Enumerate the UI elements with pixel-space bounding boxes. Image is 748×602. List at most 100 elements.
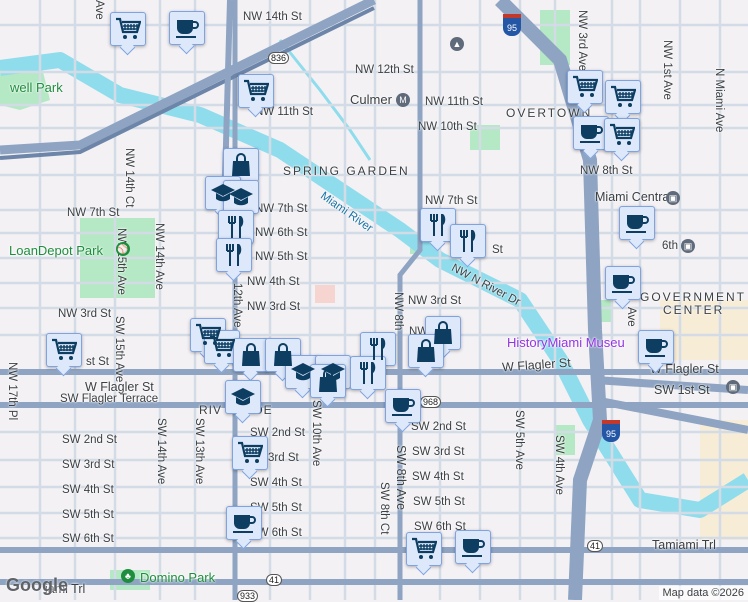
- map-marker-bag[interactable]: [233, 338, 269, 372]
- street-label: SW 5th Ave: [513, 410, 525, 470]
- map-marker-utensils[interactable]: [350, 356, 386, 390]
- map-marker-cup[interactable]: [385, 389, 421, 423]
- map-marker-cup[interactable]: [226, 506, 262, 540]
- route-shield-836: 836: [268, 52, 289, 64]
- cart-icon: [610, 84, 636, 110]
- street-label: SW 5th St: [62, 509, 114, 521]
- map-marker-cup[interactable]: [169, 11, 205, 45]
- utensils-icon: [365, 336, 391, 362]
- cup-icon: [390, 393, 416, 419]
- street-label: NW 11th St: [425, 96, 483, 108]
- area-label-spring-garden: SPRING GARDEN: [283, 164, 410, 178]
- google-logo: Google: [6, 575, 68, 596]
- cart-icon: [243, 78, 269, 104]
- map-marker-cup[interactable]: [605, 266, 641, 300]
- map-marker-cup[interactable]: [638, 330, 674, 364]
- street-label: NW 14th Ave: [153, 223, 165, 290]
- area-label: RIV: [199, 403, 222, 417]
- utensils-icon: [223, 214, 249, 240]
- street-label: NW 1st Ave: [661, 40, 673, 100]
- poi-label-history-miami[interactable]: HistoryMiami Museu: [507, 335, 625, 350]
- map-marker-cart[interactable]: [604, 118, 640, 152]
- street-label: SW 3rd St: [412, 446, 464, 458]
- map-marker-cup[interactable]: [619, 206, 655, 240]
- stadium-icon: ⚾: [116, 242, 130, 256]
- street-label: SW 1st St: [654, 383, 710, 397]
- street-label: NW 7th St: [255, 203, 307, 215]
- map-marker-cart[interactable]: [110, 12, 146, 46]
- route-shield-41: 41: [587, 540, 603, 552]
- map-marker-grad[interactable]: [223, 180, 259, 214]
- map-marker-cart[interactable]: [567, 70, 603, 104]
- interstate-shield-95: 95: [503, 14, 521, 36]
- street-label: SW 4th Ave: [553, 435, 565, 495]
- map-marker-cart[interactable]: [238, 74, 274, 108]
- street-label: NW 15th Ave: [115, 228, 127, 295]
- cup-icon: [231, 510, 257, 536]
- street-label: NW 14th Ct: [123, 148, 135, 207]
- street-label: SW 10th Ave: [310, 400, 322, 466]
- street-label: Ave: [93, 0, 105, 20]
- cup-icon: [460, 534, 486, 560]
- university-icon: ▲: [450, 37, 464, 51]
- street-label: NW 3rd Ave: [576, 10, 588, 71]
- cart-icon: [411, 536, 437, 562]
- street-label: NW 7th St: [67, 207, 119, 219]
- street-label: SW Flagler Terrace: [60, 393, 158, 405]
- area-label-government-center-2: CENTER: [663, 303, 724, 317]
- station-label-culmer[interactable]: Culmer: [350, 92, 392, 107]
- street-label: SW 4th St: [62, 484, 114, 496]
- map-marker-cart[interactable]: [204, 330, 240, 364]
- cup-icon: [578, 120, 604, 146]
- map-marker-cart[interactable]: [406, 532, 442, 566]
- map-marker-cup[interactable]: [455, 530, 491, 564]
- cart-icon: [572, 74, 598, 100]
- map-marker-utensils[interactable]: [218, 210, 254, 244]
- street-label: SW 5th St: [413, 496, 465, 508]
- map-marker-bag[interactable]: [223, 148, 259, 182]
- street-label: NW 3rd St: [58, 308, 111, 320]
- interstate-shield-95: 95: [602, 420, 620, 442]
- street-label: Tamiami Trl: [652, 538, 716, 552]
- bag-icon: [238, 342, 264, 368]
- map-marker-cart[interactable]: [46, 333, 82, 367]
- map-marker-cup[interactable]: [573, 116, 609, 150]
- map-attribution[interactable]: Map data ©2026: [659, 586, 748, 600]
- street-label: SW 8th Ct: [378, 482, 390, 534]
- street-label: NW 10th St: [418, 121, 477, 133]
- cup-icon: [610, 270, 636, 296]
- map-marker-grad[interactable]: [225, 380, 261, 414]
- utensils-icon: [455, 228, 481, 254]
- train-station-icon: ▣: [666, 191, 680, 205]
- train-station-icon: ▣: [726, 380, 740, 394]
- map-marker-bag[interactable]: [310, 364, 346, 398]
- utensils-icon: [355, 360, 381, 386]
- street-label: SW 2nd St: [411, 421, 466, 433]
- street-label: SW 6th St: [62, 533, 114, 545]
- street-label: NW 8th St: [580, 165, 632, 177]
- street-label: NW 14th St: [243, 11, 302, 23]
- station-label-miami-central[interactable]: Miami Central: [595, 190, 672, 204]
- map-marker-cart[interactable]: [232, 436, 268, 470]
- street-label: SW 13th Ave: [193, 418, 205, 484]
- map-marker-bag[interactable]: [408, 334, 444, 368]
- map-marker-utensils[interactable]: [420, 208, 456, 242]
- street-label: 12th Ave: [231, 283, 243, 328]
- park-label-domino[interactable]: Domino Park: [140, 570, 215, 585]
- map-marker-utensils[interactable]: [216, 238, 252, 272]
- map-marker-cart[interactable]: [605, 80, 641, 114]
- grad-icon: [228, 184, 254, 210]
- grad-icon: [230, 384, 256, 410]
- street-label: NW 8th: [392, 292, 404, 330]
- cart-icon: [609, 122, 635, 148]
- street-label: SW 3rd St: [62, 459, 114, 471]
- map-marker-utensils[interactable]: [450, 224, 486, 258]
- cup-icon: [643, 334, 669, 360]
- utensils-icon: [221, 242, 247, 268]
- street-label: SW 8th Ave: [394, 445, 408, 510]
- street-label: 3rd St: [268, 452, 299, 464]
- grad-icon: [290, 359, 316, 385]
- street-label: SW 4th St: [250, 477, 302, 489]
- street-label: SW 14th Ave: [155, 418, 167, 484]
- park-label-loandepot[interactable]: LoanDepot Park: [9, 243, 103, 258]
